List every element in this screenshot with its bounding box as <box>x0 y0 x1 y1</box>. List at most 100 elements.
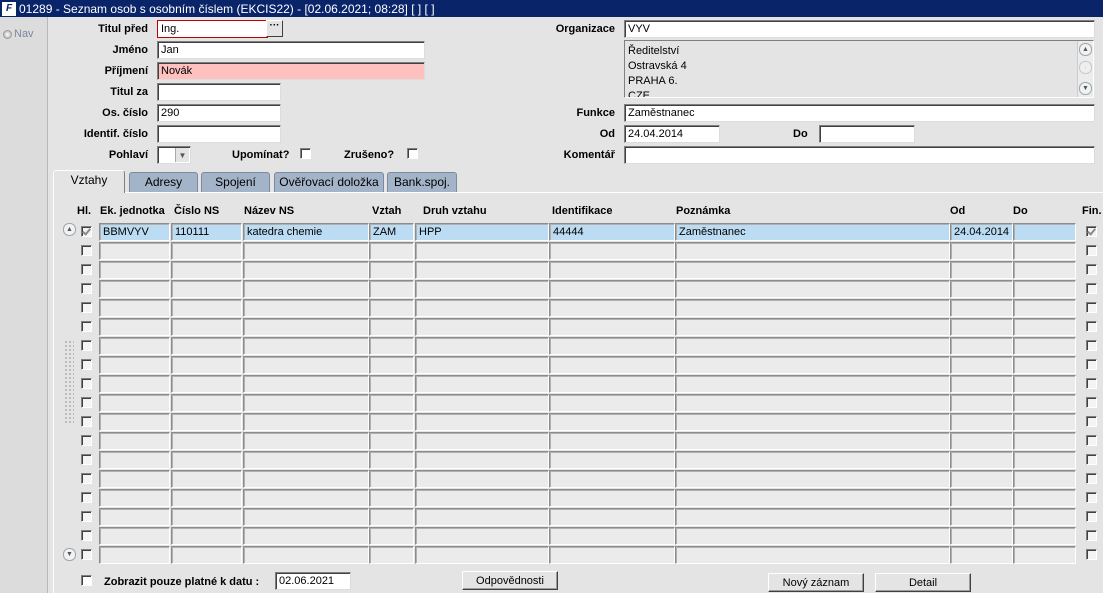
scroll-down-icon[interactable]: ▼ <box>1079 82 1092 95</box>
grid-cell-pozn[interactable] <box>675 261 950 279</box>
grid-cell-do[interactable] <box>1013 242 1076 260</box>
hl-checkbox[interactable] <box>81 435 92 446</box>
grid-cell-pozn[interactable] <box>675 242 950 260</box>
grid-cell-pozn[interactable] <box>675 508 950 526</box>
grid-cell-od[interactable] <box>950 432 1013 450</box>
fin-checkbox[interactable] <box>1086 549 1097 560</box>
grid-cell-od[interactable] <box>950 527 1013 545</box>
grid-cell-ident[interactable] <box>549 451 675 469</box>
filter-date-field[interactable]: 02.06.2021 <box>275 572 351 590</box>
grid-cell-do[interactable] <box>1013 299 1076 317</box>
prijmeni-field[interactable]: Novák <box>157 62 425 80</box>
fin-checkbox[interactable] <box>1086 473 1097 484</box>
hl-checkbox[interactable] <box>81 492 92 503</box>
grid-cell-ek[interactable] <box>99 508 170 526</box>
grid-cell-pozn[interactable] <box>675 432 950 450</box>
grid-cell-nns[interactable] <box>243 432 369 450</box>
fin-checkbox[interactable] <box>1086 359 1097 370</box>
jmeno-field[interactable]: Jan <box>157 41 425 59</box>
grid-cell-ek[interactable] <box>99 280 170 298</box>
grid-cell-cns[interactable] <box>171 489 242 507</box>
grid-cell-nns[interactable] <box>243 375 369 393</box>
grid-cell-ek[interactable] <box>99 489 170 507</box>
grid-cell-vztah[interactable] <box>369 451 414 469</box>
hl-checkbox[interactable] <box>81 226 92 237</box>
grid-cell-do[interactable] <box>1013 394 1076 412</box>
grid-cell-druh[interactable] <box>415 546 549 564</box>
grid-cell-ident[interactable] <box>549 432 675 450</box>
grid-cell-do[interactable] <box>1013 470 1076 488</box>
grid-cell-cns[interactable] <box>171 261 242 279</box>
tab-spojeni[interactable]: Spojení <box>201 172 270 192</box>
komentar-field[interactable] <box>624 146 1095 164</box>
grid-cell-nns[interactable] <box>243 470 369 488</box>
lov-button[interactable]: ··· <box>266 20 283 37</box>
grid-cell-pozn[interactable] <box>675 356 950 374</box>
grid-cell-ident[interactable] <box>549 242 675 260</box>
grid-cell-ident[interactable] <box>549 489 675 507</box>
grid-cell-vztah[interactable] <box>369 432 414 450</box>
grid-cell-nns[interactable] <box>243 394 369 412</box>
fin-checkbox[interactable] <box>1086 226 1097 237</box>
grid-cell-cns[interactable] <box>171 470 242 488</box>
zruseno-checkbox[interactable] <box>407 148 418 159</box>
grid-cell-do[interactable] <box>1013 261 1076 279</box>
grid-cell-ident[interactable] <box>549 375 675 393</box>
grid-cell-pozn[interactable] <box>675 470 950 488</box>
grid-cell-ident[interactable] <box>549 394 675 412</box>
tab-vztahy[interactable]: Vztahy <box>53 170 125 193</box>
grid-cell-cns[interactable] <box>171 318 242 336</box>
hl-checkbox[interactable] <box>81 549 92 560</box>
grid-cell-druh[interactable] <box>415 337 549 355</box>
grid-cell-druh[interactable] <box>415 470 549 488</box>
filter-checkbox[interactable] <box>81 575 92 586</box>
grid-cell-pozn[interactable] <box>675 546 950 564</box>
scroll-grip[interactable] <box>64 340 74 424</box>
titul-za-field[interactable] <box>157 83 281 101</box>
grid-cell-ident[interactable] <box>549 261 675 279</box>
grid-cell-ident[interactable] <box>549 337 675 355</box>
grid-cell-pozn[interactable] <box>675 337 950 355</box>
grid-cell-vztah[interactable] <box>369 356 414 374</box>
grid-cell-nns[interactable] <box>243 508 369 526</box>
grid-cell-ek[interactable] <box>99 337 170 355</box>
fin-checkbox[interactable] <box>1086 416 1097 427</box>
hl-checkbox[interactable] <box>81 359 92 370</box>
grid-cell-cns[interactable]: 110111 <box>171 223 242 241</box>
od-field[interactable]: 24.04.2014 <box>624 125 720 143</box>
grid-cell-druh[interactable] <box>415 489 549 507</box>
grid-cell-ident[interactable] <box>549 356 675 374</box>
grid-cell-ident[interactable] <box>549 508 675 526</box>
grid-cell-do[interactable] <box>1013 356 1076 374</box>
grid-cell-od[interactable] <box>950 489 1013 507</box>
grid-cell-vztah[interactable] <box>369 394 414 412</box>
titul-pred-field[interactable]: Ing. <box>157 20 268 38</box>
hl-checkbox[interactable] <box>81 264 92 275</box>
grid-cell-do[interactable] <box>1013 508 1076 526</box>
fin-checkbox[interactable] <box>1086 435 1097 446</box>
grid-cell-od[interactable] <box>950 451 1013 469</box>
tab-overovaci-dolozka[interactable]: Ověřovací doložka <box>274 172 384 192</box>
grid-cell-cns[interactable] <box>171 375 242 393</box>
grid-cell-ek[interactable] <box>99 432 170 450</box>
grid-cell-od[interactable] <box>950 280 1013 298</box>
grid-cell-vztah[interactable] <box>369 318 414 336</box>
grid-cell-od[interactable] <box>950 299 1013 317</box>
funkce-field[interactable]: Zaměstnanec <box>624 104 1095 122</box>
grid-cell-do[interactable] <box>1013 489 1076 507</box>
os-cislo-field[interactable]: 290 <box>157 104 281 122</box>
grid-cell-do[interactable] <box>1013 337 1076 355</box>
grid-cell-od[interactable] <box>950 546 1013 564</box>
grid-cell-vztah[interactable] <box>369 546 414 564</box>
grid-cell-do[interactable] <box>1013 546 1076 564</box>
hl-checkbox[interactable] <box>81 530 92 541</box>
grid-cell-od[interactable] <box>950 261 1013 279</box>
fin-checkbox[interactable] <box>1086 283 1097 294</box>
grid-cell-ek[interactable] <box>99 318 170 336</box>
hl-checkbox[interactable] <box>81 340 92 351</box>
grid-cell-druh[interactable] <box>415 261 549 279</box>
hl-checkbox[interactable] <box>81 397 92 408</box>
address-scrollbar[interactable]: ▲ · ▼ <box>1077 41 1093 97</box>
grid-cell-vztah[interactable] <box>369 508 414 526</box>
grid-cell-vztah[interactable] <box>369 527 414 545</box>
